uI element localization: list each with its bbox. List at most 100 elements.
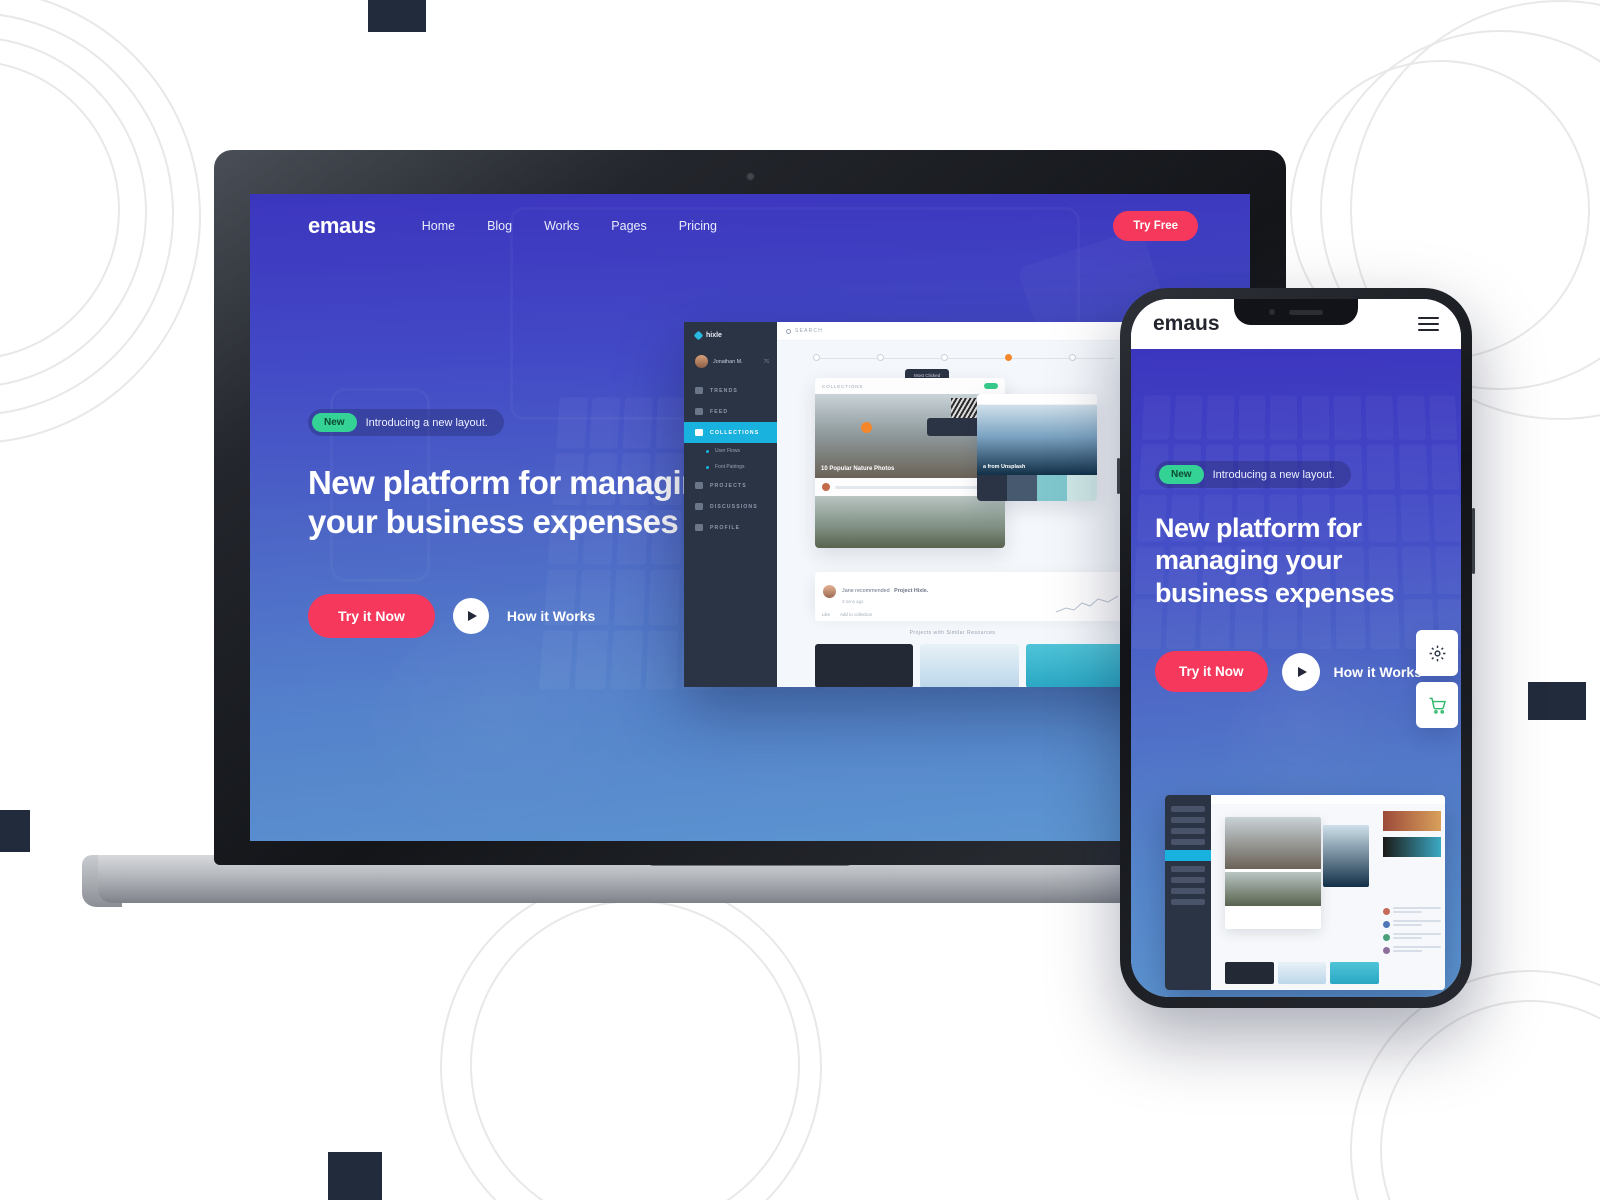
phone-heading-line2: managing your bbox=[1155, 545, 1343, 576]
announcement-badge[interactable]: New Introducing a new layout. bbox=[308, 409, 504, 436]
phone-power-button bbox=[1472, 508, 1475, 574]
card-title: COLLECTIONS bbox=[822, 383, 864, 389]
sidebar-subitem-font-pairings[interactable]: Font Pairings bbox=[684, 459, 777, 475]
search-icon bbox=[786, 328, 791, 334]
sidebar-item-collections[interactable]: COLLECTIONS bbox=[684, 422, 777, 443]
similar-projects-row bbox=[815, 644, 1124, 687]
unsplash-card[interactable]: a from Unsplash bbox=[977, 394, 1097, 501]
nav-link-home[interactable]: Home bbox=[422, 219, 455, 233]
sidebar-item-profile[interactable]: PROFILE bbox=[684, 517, 777, 538]
photo-marker-icon[interactable] bbox=[861, 422, 872, 433]
how-it-works-link[interactable]: How it Works bbox=[507, 608, 595, 624]
try-it-now-button[interactable]: Try it Now bbox=[308, 593, 435, 638]
play-icon[interactable] bbox=[1281, 652, 1320, 691]
sparkline-chart bbox=[1056, 595, 1118, 613]
sidebar-item-label: TRENDS bbox=[710, 387, 738, 394]
sidebar-subitem-user-flows[interactable]: User Flows bbox=[684, 443, 777, 459]
sidebar-item-discussions[interactable]: DISCUSSIONS bbox=[684, 496, 777, 517]
sidebar-item-feed[interactable]: FEED bbox=[684, 401, 777, 422]
hero-heading-line1: New platform for managing bbox=[308, 464, 721, 501]
avatar bbox=[822, 483, 830, 491]
activity-project: Project Hixle. bbox=[894, 588, 929, 594]
ocean-photo: a from Unsplash bbox=[977, 405, 1097, 475]
step-node-active[interactable] bbox=[1005, 354, 1012, 361]
photo-caption-2: a from Unsplash bbox=[983, 464, 1026, 470]
play-icon[interactable] bbox=[452, 597, 489, 634]
nav-link-blog[interactable]: Blog bbox=[487, 219, 512, 233]
sidebar-item-label: DISCUSSIONS bbox=[710, 503, 758, 510]
phone-how-it-works-link[interactable]: How it Works bbox=[1334, 664, 1422, 680]
decor-square-bottom bbox=[328, 1152, 382, 1200]
phone-dashboard-main bbox=[1211, 795, 1445, 990]
phone-try-it-now-button[interactable]: Try it Now bbox=[1155, 651, 1268, 693]
sidebar-item-projects[interactable]: PROJECTS bbox=[684, 475, 777, 496]
phone-hero-copy: New Introducing a new layout. New platfo… bbox=[1155, 461, 1441, 693]
webcam-icon bbox=[746, 172, 755, 181]
activity-text: Jane recommended bbox=[842, 588, 890, 594]
phone-collection-card bbox=[1225, 817, 1321, 929]
badge-text: Introducing a new layout. bbox=[1212, 468, 1335, 481]
phone-brand-logo[interactable]: emaus bbox=[1153, 312, 1220, 336]
phone-sidebar-active-item bbox=[1165, 850, 1211, 861]
user-count: 76 bbox=[763, 358, 769, 365]
badge-new-pill: New bbox=[1159, 465, 1204, 484]
speaker-icon bbox=[1289, 309, 1323, 315]
dashboard-logo-text: hixle bbox=[706, 332, 722, 339]
like-action[interactable]: Like bbox=[822, 612, 830, 617]
phone-volume-button bbox=[1117, 458, 1120, 494]
chart-icon bbox=[695, 387, 703, 394]
similar-projects-title: Projects with Similar Resources bbox=[909, 630, 996, 636]
front-camera-icon bbox=[1269, 309, 1275, 315]
collect-action[interactable]: Add to collection bbox=[840, 612, 872, 617]
nav-link-pages[interactable]: Pages bbox=[611, 219, 646, 233]
nav-link-pricing[interactable]: Pricing bbox=[679, 219, 717, 233]
phone-dashboard-mockup bbox=[1165, 795, 1445, 990]
decor-square-left bbox=[0, 810, 30, 852]
sidebar-item-trends[interactable]: TRENDS bbox=[684, 380, 777, 401]
folder-icon bbox=[695, 482, 703, 489]
activity-time: 3 mins ago bbox=[842, 599, 864, 604]
user-name: Jonathan M. bbox=[713, 358, 743, 365]
nav-link-works[interactable]: Works bbox=[544, 219, 579, 233]
phone-announcement-badge[interactable]: New Introducing a new layout. bbox=[1155, 461, 1351, 488]
phone-heading-line1: New platform for bbox=[1155, 513, 1362, 543]
floating-widgets bbox=[1416, 630, 1458, 734]
presentation-canvas: emaus Home Blog Works Pages Pricing Try … bbox=[0, 0, 1600, 1200]
hamburger-icon[interactable] bbox=[1418, 313, 1439, 335]
phone-hero: New Introducing a new layout. New platfo… bbox=[1131, 349, 1461, 997]
project-thumbnail-3[interactable] bbox=[1025, 644, 1124, 687]
cart-icon[interactable] bbox=[1416, 682, 1458, 728]
project-thumbnail-2[interactable] bbox=[920, 644, 1019, 687]
user-icon bbox=[695, 524, 703, 531]
desktop-navbar: emaus Home Blog Works Pages Pricing Try … bbox=[250, 194, 1250, 258]
step-node[interactable] bbox=[877, 354, 884, 361]
grid-icon bbox=[695, 429, 703, 436]
hero-heading: New platform for managing your business … bbox=[308, 464, 738, 542]
phone-notch bbox=[1234, 299, 1358, 325]
phone-dashboard-sidebar bbox=[1165, 795, 1211, 990]
phone-cta-row: Try it Now How it Works bbox=[1155, 651, 1441, 693]
dashboard-user[interactable]: Jonathan M. 76 bbox=[684, 349, 777, 380]
dashboard-logo[interactable]: hixle bbox=[684, 330, 777, 349]
hero-cta-row: Try it Now How it Works bbox=[308, 593, 738, 638]
phone-poster-2 bbox=[1383, 837, 1441, 857]
search-label: SEARCH bbox=[795, 328, 824, 334]
gear-icon[interactable] bbox=[1416, 630, 1458, 676]
step-node[interactable] bbox=[813, 354, 820, 361]
brand-logo[interactable]: emaus bbox=[308, 213, 376, 239]
decor-square-right bbox=[1528, 682, 1586, 720]
phone-hero-bg: New Introducing a new layout. New platfo… bbox=[1131, 349, 1461, 997]
phone-recommended-panel bbox=[1383, 811, 1441, 863]
sidebar-item-label: COLLECTIONS bbox=[710, 429, 760, 436]
decor-square-top bbox=[368, 0, 426, 32]
nav-links: Home Blog Works Pages Pricing bbox=[422, 219, 717, 233]
badge-new-pill: New bbox=[312, 413, 357, 432]
step-node[interactable] bbox=[941, 354, 948, 361]
phone-heading-line3: business expenses bbox=[1155, 577, 1395, 608]
badge-text: Introducing a new layout. bbox=[365, 416, 488, 429]
avatar bbox=[695, 355, 708, 368]
project-thumbnail-1[interactable] bbox=[815, 644, 914, 687]
step-node[interactable] bbox=[1069, 354, 1076, 361]
dashboard-sidebar: hixle Jonathan M. 76 TRENDS FEED COLLECT… bbox=[684, 322, 777, 687]
try-free-button[interactable]: Try Free bbox=[1113, 211, 1198, 241]
